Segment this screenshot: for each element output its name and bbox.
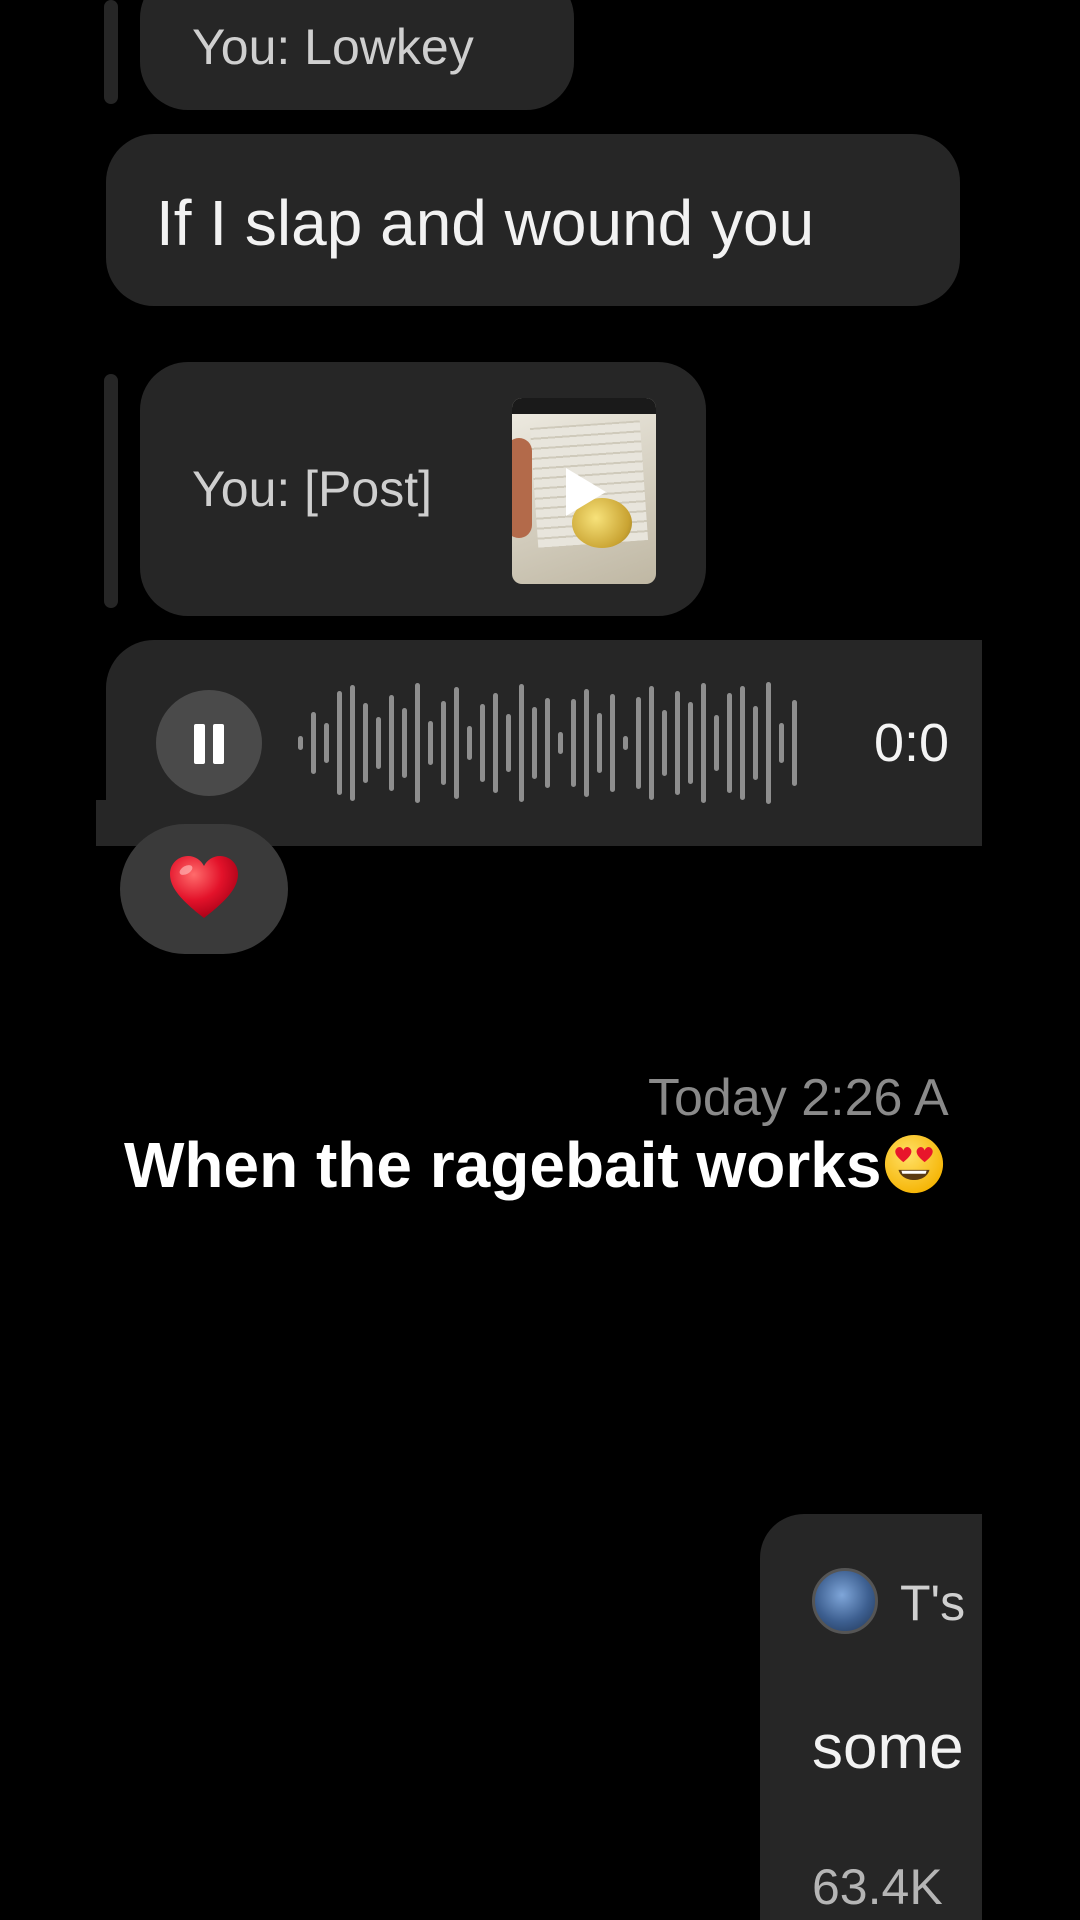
waveform-bar (558, 732, 563, 754)
waveform-bar (610, 694, 615, 792)
waveform-bar (519, 684, 524, 802)
play-icon (566, 468, 606, 516)
waveform-bar (337, 691, 342, 795)
reply-indicator-bar (104, 0, 118, 104)
waveform-bar (311, 712, 316, 774)
reply-post-text: You: [Post] (192, 461, 432, 517)
waveform-bar (779, 723, 784, 763)
waveform-bar (727, 693, 732, 793)
heart-reaction-icon (170, 856, 238, 918)
waveform-bar (402, 708, 407, 778)
pause-icon-bar (213, 724, 224, 764)
waveform-bar (740, 686, 745, 800)
waveform-bar (623, 736, 628, 750)
waveform-bar (597, 713, 602, 773)
thumbnail-status-strip (512, 398, 656, 414)
waveform-bar (675, 691, 680, 795)
message-timestamp: Today 2:26 A (648, 1069, 949, 1127)
reply-quote-text: You: Lowkey (192, 19, 474, 75)
waveform-bar (441, 701, 446, 785)
waveform-bar (298, 736, 303, 750)
waveform-bar (545, 698, 550, 788)
voice-bubble-tail (96, 800, 136, 846)
waveform-bar (532, 707, 537, 779)
pause-button[interactable] (156, 690, 262, 796)
shared-post-meta: 63.4K (812, 1859, 943, 1915)
waveform-bar (467, 726, 472, 760)
thumbnail-hand (512, 438, 532, 538)
waveform-bar (454, 687, 459, 799)
waveform-bar (649, 686, 654, 800)
shared-post-text: some (812, 1713, 964, 1782)
waveform-bar (415, 683, 420, 803)
caption-text: When the ragebait works (124, 1129, 882, 1201)
pause-icon (194, 724, 205, 764)
waveform-bar (350, 685, 355, 801)
waveform-bar (363, 703, 368, 783)
waveform-bar (389, 695, 394, 791)
waveform-bar (493, 693, 498, 793)
waveform-bar (584, 689, 589, 797)
waveform-bar (753, 706, 758, 780)
reply-indicator-bar (104, 374, 118, 608)
message-text: If I slap and wound you (156, 187, 815, 259)
waveform-bar (662, 710, 667, 776)
waveform-bar (714, 715, 719, 771)
video-caption: When the ragebait works (124, 1128, 945, 1202)
shared-post-author: T's (900, 1575, 966, 1631)
voice-message-duration: 0:0 (874, 713, 950, 773)
waveform-bar (688, 702, 693, 784)
waveform-bar (506, 714, 511, 772)
audio-waveform[interactable] (298, 676, 797, 810)
waveform-bar (701, 683, 706, 803)
heart-eyes-face-icon (885, 1134, 944, 1194)
waveform-bar (376, 717, 381, 769)
waveform-bar (766, 682, 771, 804)
waveform-bar (636, 697, 641, 789)
waveform-bar (792, 700, 797, 786)
waveform-bar (324, 723, 329, 763)
waveform-bar (428, 721, 433, 765)
post-thumbnail[interactable] (512, 398, 656, 584)
chat-viewport: You: Lowkey If I slap and wound you You:… (0, 0, 982, 1920)
waveform-bar (480, 704, 485, 782)
avatar (812, 1568, 878, 1634)
waveform-bar (571, 699, 576, 787)
